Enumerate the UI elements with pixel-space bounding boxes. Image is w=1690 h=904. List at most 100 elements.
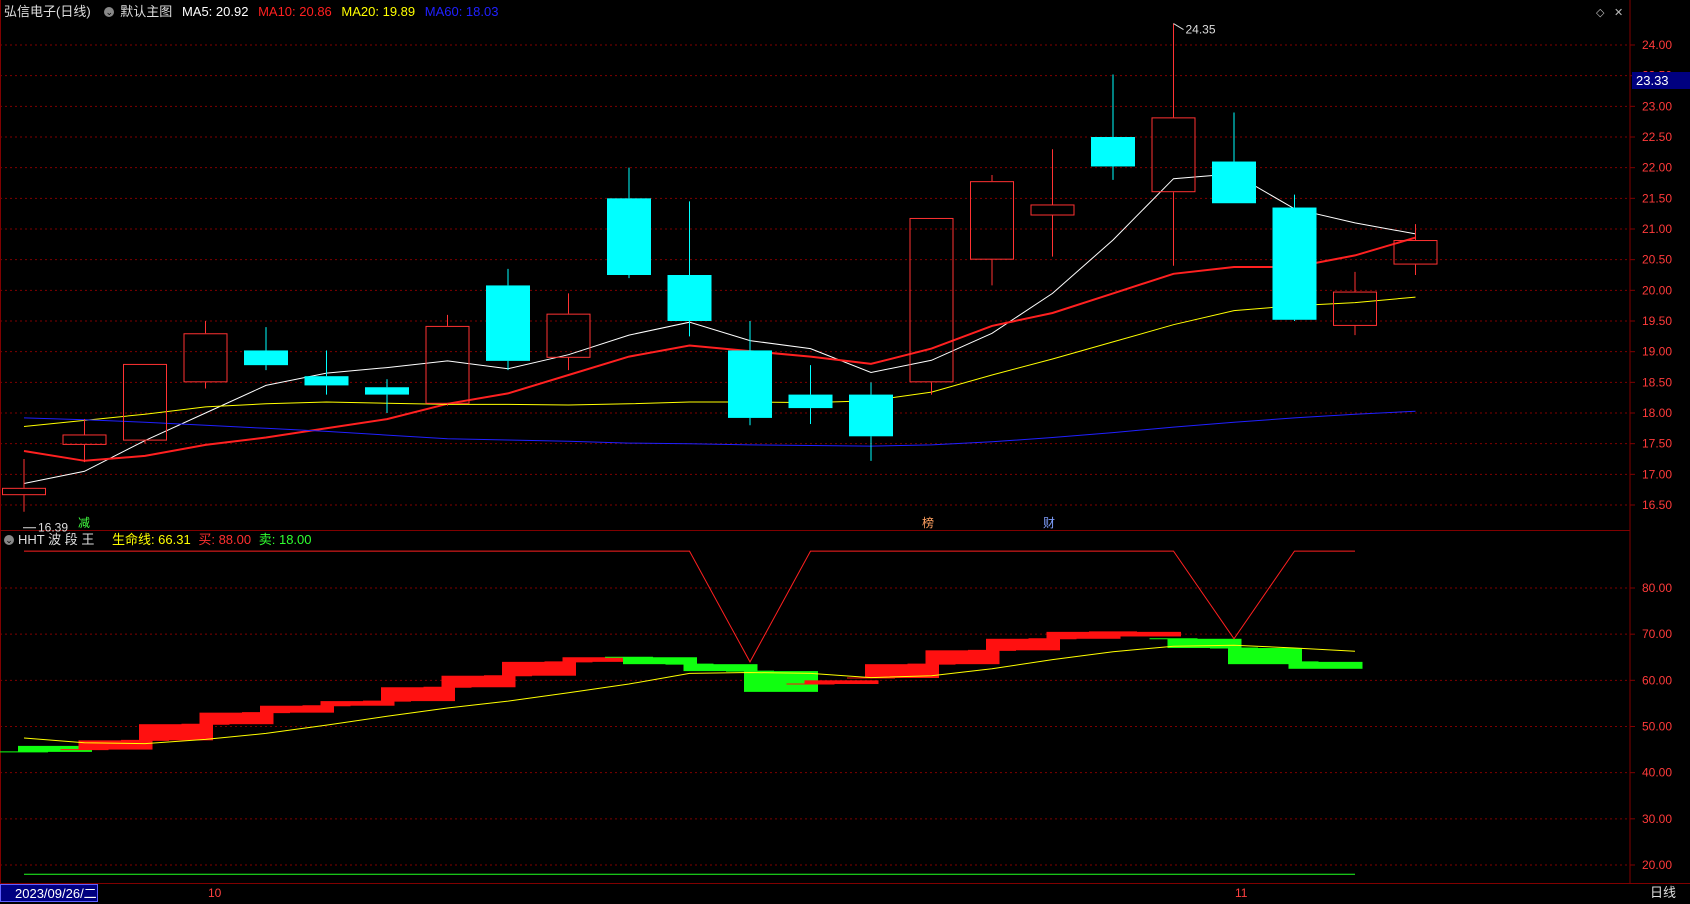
candle-body (1091, 137, 1135, 167)
wave-block (968, 638, 1060, 651)
wave-body (199, 712, 274, 725)
candle-body (728, 350, 772, 418)
candle (667, 201, 712, 337)
candle (1151, 23, 1196, 266)
wave-block (242, 705, 334, 714)
event-marker: 减 (78, 516, 90, 530)
wave-block (363, 687, 455, 702)
y-tick-label: 22.50 (1642, 130, 1672, 144)
date-box[interactable]: 2023/09/26/二 (0, 884, 98, 902)
wave-body (683, 664, 758, 672)
candle-body (1393, 240, 1438, 265)
wave-body (925, 650, 1000, 665)
diamond-icon[interactable]: ◇ (1596, 6, 1604, 19)
y-tick-label: 21.00 (1642, 222, 1672, 236)
candle-body (970, 181, 1014, 260)
y-tick-label: 21.50 (1642, 191, 1672, 205)
period-label[interactable]: 日线 (1650, 884, 1676, 902)
wave-body (139, 724, 213, 741)
price-axis: 24.0023.5023.0022.5022.0021.5021.0020.50… (1630, 38, 1672, 512)
candle-body (1272, 207, 1317, 320)
candle-body (1151, 117, 1196, 193)
annotations: 24.35 16.39 (23, 23, 1216, 535)
y-tick-label: 17.00 (1642, 467, 1672, 481)
candle-body (1333, 291, 1377, 326)
high-pointer (1173, 23, 1184, 30)
y-tick-label: 19.00 (1642, 345, 1672, 359)
wave-block (181, 712, 274, 725)
candle-body (909, 217, 954, 383)
y-tick-label: 18.00 (1642, 406, 1672, 420)
wave-body (381, 687, 455, 702)
candle (183, 321, 228, 389)
wave-body (804, 680, 879, 685)
candle (123, 363, 167, 444)
wave-body (1107, 631, 1181, 637)
wave-block (726, 670, 818, 692)
y-tick-label: 18.50 (1642, 375, 1672, 389)
candle-body (62, 434, 107, 445)
y-tick-label: 50.00 (1642, 720, 1672, 734)
candle-body (365, 387, 409, 395)
event-markers: 减 榜 财 (78, 515, 1055, 530)
current-price-box: 23.33 (1632, 72, 1690, 89)
buy-line (24, 550, 1355, 663)
wave-block (121, 724, 213, 741)
theme-label[interactable]: 默认主图 (120, 4, 172, 19)
candle (304, 350, 349, 395)
wave-block (423, 675, 516, 688)
y-tick-label: 16.50 (1642, 498, 1672, 512)
candle (788, 365, 833, 425)
y-tick-label: 20.00 (1642, 858, 1672, 872)
event-marker: 财 (1043, 516, 1055, 530)
expand-icon[interactable]: ⌄ (104, 6, 115, 17)
ma5-label: MA5: 20.92 (181, 4, 249, 19)
month-label: 10 (208, 886, 222, 900)
wave-body (623, 657, 697, 665)
candle-body (183, 333, 228, 383)
candle-body (1212, 161, 1256, 204)
buy-label: 买: 88.00 (198, 532, 252, 547)
candle-body (607, 198, 651, 275)
wave-body (320, 701, 395, 706)
y-tick-label: 19.50 (1642, 314, 1672, 328)
candle-body (849, 394, 893, 437)
candle (909, 217, 954, 395)
wave-body (260, 705, 334, 713)
candle (1030, 149, 1075, 257)
wave-block (484, 661, 576, 677)
close-icon[interactable]: ✕ (1614, 6, 1623, 19)
candle (1212, 112, 1256, 204)
line-ma20 (23, 296, 1416, 427)
candle (607, 167, 651, 279)
event-marker: 榜 (922, 515, 934, 530)
indicator-grid (0, 587, 1630, 866)
indicator-name[interactable]: HHT 波 段 王 (18, 532, 94, 547)
candle (425, 314, 470, 406)
y-tick-label: 30.00 (1642, 812, 1672, 826)
sell-label: 卖: 18.00 (258, 532, 312, 547)
candle (365, 379, 409, 413)
wave-block (1028, 631, 1121, 640)
candle (1272, 194, 1317, 321)
stock-title[interactable]: 弘信电子(日线) (4, 4, 91, 19)
life-line-label: 生命线: 66.31 (111, 532, 191, 547)
y-tick-label: 20.00 (1642, 283, 1672, 297)
y-tick-label: 24.00 (1642, 38, 1672, 52)
candle-body (486, 285, 530, 361)
candle (244, 327, 288, 371)
wave-block (544, 657, 637, 663)
candle-body (546, 313, 591, 358)
ma10-label: MA10: 20.86 (258, 4, 332, 19)
wave-block (0, 745, 92, 753)
indicator-expand-icon[interactable]: ⌄ (4, 534, 14, 545)
wave-body (986, 638, 1060, 651)
candle (2, 459, 46, 512)
candle (1091, 74, 1135, 180)
ma20-label: MA20: 19.89 (341, 4, 416, 19)
candle (728, 321, 772, 426)
candle-body (667, 275, 712, 321)
wave-body (78, 740, 153, 750)
line-ma5 (23, 173, 1416, 484)
kline-chart[interactable]: 24.0023.5023.0022.5022.0021.5021.0020.50… (0, 0, 1690, 904)
